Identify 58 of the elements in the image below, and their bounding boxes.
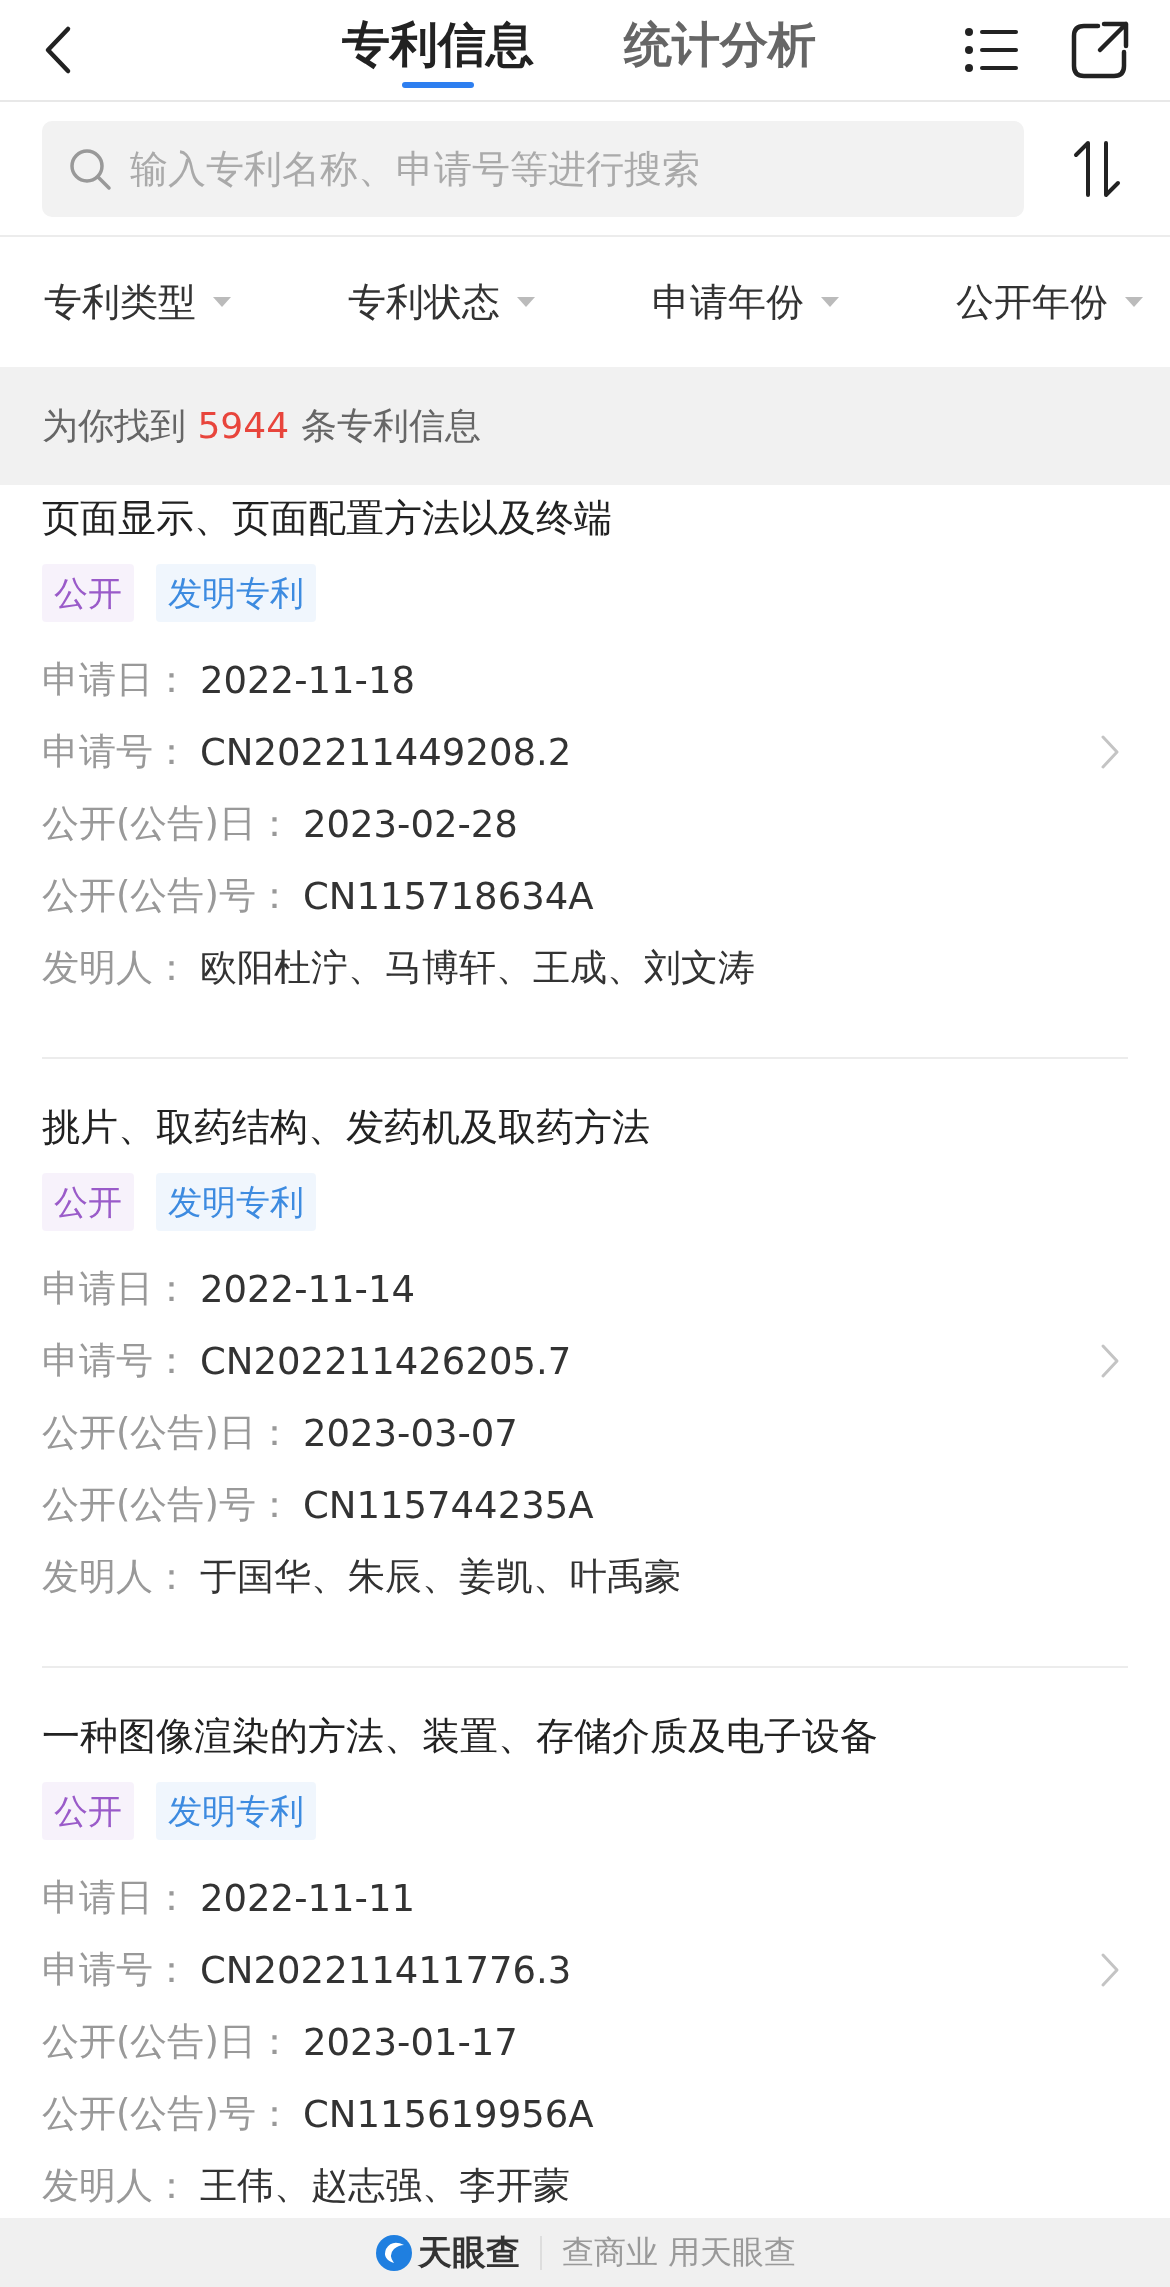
- field-value: 2023-01-17: [302, 2020, 518, 2064]
- field-label: 公开(公告)号：: [42, 1482, 293, 1528]
- sort-icon[interactable]: [1072, 138, 1122, 199]
- field-label: 申请日：: [42, 1266, 190, 1312]
- field-value: 2022-11-11: [200, 1876, 416, 1920]
- field-value: 2022-11-14: [200, 1267, 416, 1311]
- field-value: CN202211411776.3: [200, 1948, 572, 1992]
- field-value: 欧阳杜泞、马博轩、王成、刘文涛: [200, 945, 755, 991]
- patent-title[interactable]: 挑片、取药结构、发药机及取药方法: [42, 1099, 1128, 1155]
- field-label: 公开(公告)号：: [42, 873, 293, 919]
- field-label: 申请号：: [42, 1947, 190, 1993]
- field-value: CN115718634A: [302, 874, 594, 918]
- field-label: 申请日：: [42, 1875, 190, 1921]
- field-label: 公开(公告)日：: [42, 1410, 293, 1456]
- field-value: CN202211449208.2: [200, 730, 572, 774]
- search-icon: [68, 146, 112, 191]
- filter-dropdown[interactable]: 专利类型: [44, 276, 232, 328]
- caret-icon: [820, 296, 840, 308]
- result-count-text: 为你找到 5944 条专利信息: [42, 403, 481, 448]
- status-tag: 公开: [42, 1782, 134, 1840]
- field-label: 公开(公告)日：: [42, 801, 293, 847]
- filter-dropdown[interactable]: 公开年份: [956, 276, 1144, 328]
- field-value: CN202211426205.7: [200, 1339, 572, 1383]
- tab[interactable]: 统计分析: [624, 0, 816, 100]
- logo-icon: [373, 2232, 414, 2273]
- field-value: CN115744235A: [302, 1483, 594, 1527]
- field-label: 公开(公告)日：: [42, 2019, 293, 2065]
- search-field[interactable]: 输入专利名称、申请号等进行搜索: [42, 120, 1024, 217]
- field-value: 2022-11-18: [200, 658, 416, 702]
- field-value: 2023-02-28: [302, 802, 518, 846]
- patent-title[interactable]: 一种图像渲染的方法、装置、存储介质及电子设备: [42, 1708, 1128, 1764]
- caret-icon: [516, 296, 536, 308]
- menu-icon[interactable]: [964, 26, 1020, 74]
- field-label: 申请日：: [42, 657, 190, 703]
- caret-icon: [1124, 296, 1144, 308]
- share-icon[interactable]: [1070, 20, 1130, 80]
- caret-icon: [212, 296, 232, 308]
- patent-title[interactable]: 页面显示、页面配置方法以及终端: [42, 490, 1128, 546]
- field-value: 于国华、朱辰、姜凯、叶禹豪: [200, 1554, 681, 1600]
- status-tag: 公开: [42, 564, 134, 622]
- field-value: CN115619956A: [302, 2092, 594, 2136]
- field-label: 申请号：: [42, 729, 190, 775]
- field-label: 发明人：: [42, 1554, 190, 1600]
- status-tag: 发明专利: [156, 1173, 316, 1231]
- tab[interactable]: 专利信息: [342, 0, 534, 100]
- slogan-text: 查商业 用天眼查: [561, 2231, 797, 2273]
- field-value: 王伟、赵志强、李开蒙: [200, 2163, 570, 2209]
- status-tag: 发明专利: [156, 1782, 316, 1840]
- field-label: 公开(公告)号：: [42, 2091, 293, 2137]
- field-label: 申请号：: [42, 1338, 190, 1384]
- status-tag: 发明专利: [156, 564, 316, 622]
- status-tag: 公开: [42, 1173, 134, 1231]
- field-value: 2023-03-07: [302, 1411, 518, 1455]
- field-label: 发明人：: [42, 2163, 190, 2209]
- field-label: 发明人：: [42, 945, 190, 991]
- filter-dropdown[interactable]: 申请年份: [652, 276, 840, 328]
- filter-dropdown[interactable]: 专利状态: [348, 276, 536, 328]
- brand-name: 天眼查: [417, 2230, 520, 2274]
